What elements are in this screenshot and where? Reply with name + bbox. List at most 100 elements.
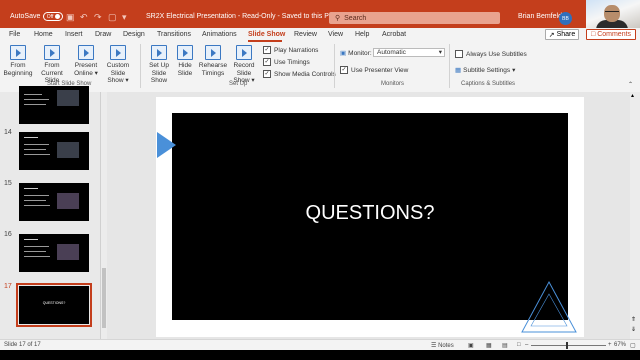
zoom-in-icon[interactable]: + <box>608 342 612 348</box>
share-button[interactable]: ↗ Share <box>545 29 579 40</box>
current-slide[interactable]: QUESTIONS? <box>172 113 568 320</box>
use-presenter-view-checkbox[interactable]: ✓ Use Presenter View <box>340 66 408 74</box>
tab-file[interactable]: File <box>9 31 20 38</box>
hide-slide-button[interactable]: Hide Slide <box>175 45 195 77</box>
comments-button[interactable]: □ Comments <box>586 29 636 40</box>
tab-review[interactable]: Review <box>294 31 317 38</box>
zoom-level[interactable]: 67% <box>614 342 626 348</box>
group-separator <box>140 44 141 88</box>
custom-slide-show-button[interactable]: Custom Slide Show ▾ <box>100 45 136 85</box>
always-use-subtitles-checkbox[interactable]: Always Use Subtitles <box>455 50 527 58</box>
slide-thumbnail-selected[interactable]: QUESTIONS? <box>16 283 92 327</box>
user-name[interactable]: Brian Bemfeld <box>518 13 562 20</box>
autosave-control[interactable]: AutoSave Off <box>10 12 64 21</box>
slide-thumbnail[interactable] <box>19 183 89 221</box>
zoom-slider-handle[interactable] <box>566 342 568 349</box>
zoom-slider[interactable] <box>531 345 606 346</box>
slide-thumbnail[interactable] <box>19 132 89 170</box>
fit-to-window-icon[interactable]: ▢ <box>630 342 636 349</box>
from-beginning-label-1: From <box>10 62 26 69</box>
thumbnail-scrollbar[interactable] <box>101 92 107 339</box>
monitor-value: Automatic <box>377 49 406 56</box>
group-separator <box>449 44 450 88</box>
normal-view-icon[interactable]: ▣ <box>468 342 474 349</box>
monitor-select[interactable]: Automatic ▾ <box>373 48 445 57</box>
save-icon[interactable]: ▣ <box>66 12 75 23</box>
tab-home[interactable]: Home <box>34 31 53 38</box>
share-label: Share <box>556 31 576 38</box>
previous-slide-icon[interactable]: ⇑ <box>631 316 636 323</box>
canvas-scrollbar[interactable]: ▴ ⇑ ⇓ <box>630 92 640 339</box>
thumb-text-line <box>24 251 46 252</box>
slide-thumbnail[interactable] <box>19 86 89 124</box>
present-online-label-1: Present <box>74 62 98 69</box>
custom-show-label-1: Custom Slide <box>106 62 130 77</box>
monitor-label: Monitor: <box>348 49 372 57</box>
avatar[interactable]: BB <box>559 12 572 25</box>
tab-transitions[interactable]: Transitions <box>157 31 191 38</box>
next-slide-icon[interactable]: ⇓ <box>631 326 636 333</box>
thumb-text-line <box>24 144 49 145</box>
rehearse-timings-button[interactable]: Rehearse Timings <box>198 45 228 77</box>
scrollbar-thumb[interactable] <box>102 268 106 328</box>
slide-thumbnail[interactable] <box>19 234 89 272</box>
from-current-slide-button[interactable]: From Current Slide <box>34 45 70 85</box>
notes-icon: ☰ <box>431 343 437 349</box>
checkmark-icon: ✓ <box>340 66 348 74</box>
thumb-image <box>57 90 79 106</box>
thumb-title-line <box>24 137 38 138</box>
share-icon: ↗ <box>548 31 555 39</box>
presenter-view-label: Use Presenter View <box>351 66 409 74</box>
tab-draw[interactable]: Draw <box>95 31 111 38</box>
title-bar: AutoSave Off ▣ ↶ ↷ ▢ ▾ SR2X Electrical P… <box>0 0 640 30</box>
slide-thumbnail-pane: 14 15 16 17 QUESTIONS? <box>0 86 101 339</box>
undo-icon[interactable]: ↶ <box>80 12 88 23</box>
tab-insert[interactable]: Insert <box>65 31 83 38</box>
record-slide-show-button[interactable]: Record Slide Show ▾ <box>227 45 261 85</box>
slide-counter: Slide 17 of 17 <box>4 342 41 348</box>
start-presentation-icon[interactable]: ▢ <box>108 12 117 23</box>
subtitle-settings-icon: ▦ <box>455 67 462 74</box>
tab-animations[interactable]: Animations <box>202 31 237 38</box>
search-icon: ⚲ <box>335 15 341 22</box>
tab-design[interactable]: Design <box>123 31 145 38</box>
subtitle-settings-label: Subtitle Settings <box>463 66 511 74</box>
notes-button[interactable]: ☰ Notes <box>431 342 454 349</box>
search-box[interactable]: ⚲ Search <box>329 12 500 24</box>
slide-title[interactable]: QUESTIONS? <box>172 202 568 225</box>
scroll-up-icon[interactable]: ▴ <box>631 92 634 99</box>
from-beginning-button[interactable]: From Beginning <box>3 45 33 77</box>
from-beginning-label-2: Beginning <box>3 69 33 77</box>
tab-view[interactable]: View <box>328 31 343 38</box>
show-media-controls-label: Show Media Controls <box>274 70 336 78</box>
thumb-text-line <box>24 200 46 201</box>
chevron-down-icon: ▾ <box>512 67 516 74</box>
subtitle-settings-button[interactable]: ▦ Subtitle Settings ▾ <box>455 66 516 75</box>
zoom-out-icon[interactable]: – <box>525 342 528 348</box>
reading-view-icon[interactable]: ▤ <box>502 342 508 349</box>
hide-slide-icon <box>177 45 193 60</box>
slide-sorter-icon[interactable]: ▦ <box>486 342 492 349</box>
customize-toolbar-icon[interactable]: ▾ <box>122 12 127 23</box>
record-label-1: Record Slide <box>233 62 255 77</box>
redo-icon[interactable]: ↷ <box>94 12 102 23</box>
slide-show-view-icon[interactable]: □ <box>517 342 521 348</box>
play-narrations-checkbox[interactable]: ✓ Play Narrations <box>263 46 318 54</box>
set-up-slide-show-button[interactable]: Set Up Slide Show <box>143 45 175 85</box>
thumb-text-line <box>24 205 50 206</box>
collapse-ribbon-icon[interactable]: ⌃ <box>628 81 633 88</box>
thumb-text-line <box>24 94 42 95</box>
autosave-toggle[interactable]: Off <box>43 12 64 21</box>
notes-label: Notes <box>438 343 454 349</box>
tab-slide-show[interactable]: Slide Show <box>248 31 285 38</box>
tab-help[interactable]: Help <box>355 31 369 38</box>
show-media-controls-checkbox[interactable]: ✓ Show Media Controls <box>263 70 336 78</box>
tab-acrobat[interactable]: Acrobat <box>382 31 406 38</box>
thumb-title-line <box>24 239 38 240</box>
blue-triangle-accent <box>157 132 176 158</box>
present-online-button[interactable]: Present Online ▾ <box>72 45 100 77</box>
thumb-text-line <box>24 246 49 247</box>
outline-triangle-accent <box>521 280 577 333</box>
use-timings-checkbox[interactable]: ✓ Use Timings <box>263 58 310 66</box>
monitor-icon: ▣ <box>340 50 347 57</box>
